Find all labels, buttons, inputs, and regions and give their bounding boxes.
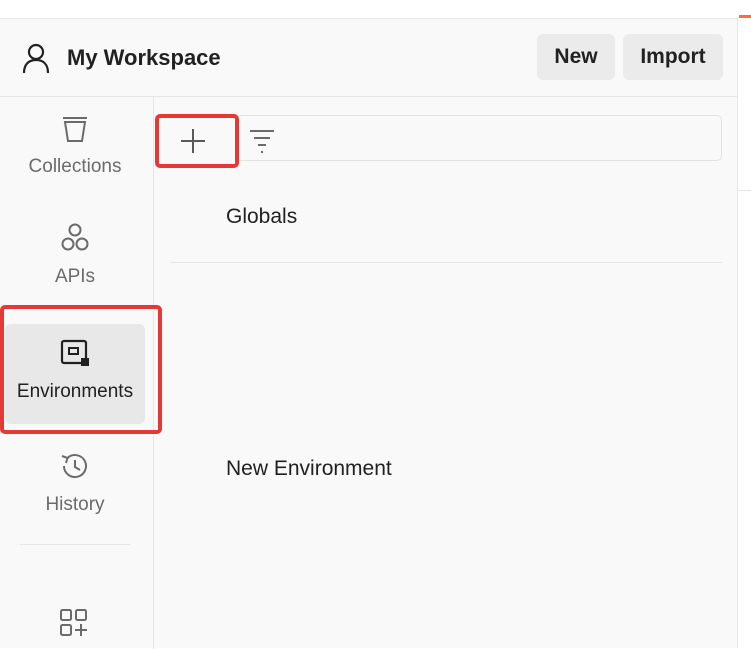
sidebar-item-label: APIs [54, 266, 96, 287]
sidebar-item-label: Collections [28, 156, 122, 177]
top-strip [0, 0, 751, 18]
list-divider [170, 262, 722, 263]
import-button[interactable]: Import [623, 34, 723, 80]
sidebar-item-label: History [45, 494, 105, 515]
right-edge-divider [738, 190, 751, 191]
environment-new-environment[interactable]: New Environment [226, 457, 392, 481]
workspace-header: My Workspace New Import [0, 19, 737, 97]
filter-icon[interactable] [246, 123, 278, 157]
sidebar-item-apis[interactable]: APIs [5, 209, 145, 309]
plus-icon[interactable] [168, 121, 218, 161]
sidebar-item-environments[interactable]: Environments [5, 324, 145, 424]
workspace-title[interactable]: My Workspace [67, 45, 221, 71]
sidebar-item-collections[interactable]: Collections [5, 99, 145, 199]
sidebar-divider [20, 544, 130, 545]
new-button[interactable]: New [537, 34, 615, 80]
search-input[interactable] [236, 115, 722, 161]
user-icon [22, 43, 50, 74]
history-icon [61, 454, 87, 479]
sidebar: Collections APIs Environments History [0, 97, 154, 649]
accent-bar [739, 15, 751, 18]
apis-icon [61, 223, 89, 251]
sidebar-item-label: Environments [16, 381, 134, 402]
collections-icon [63, 117, 87, 142]
environment-globals[interactable]: Globals [226, 205, 297, 229]
add-apps-icon[interactable] [57, 606, 91, 640]
workspace-panel: My Workspace New Import Collections APIs [0, 18, 738, 649]
sidebar-item-history[interactable]: History [5, 437, 145, 537]
environments-icon [60, 339, 89, 366]
